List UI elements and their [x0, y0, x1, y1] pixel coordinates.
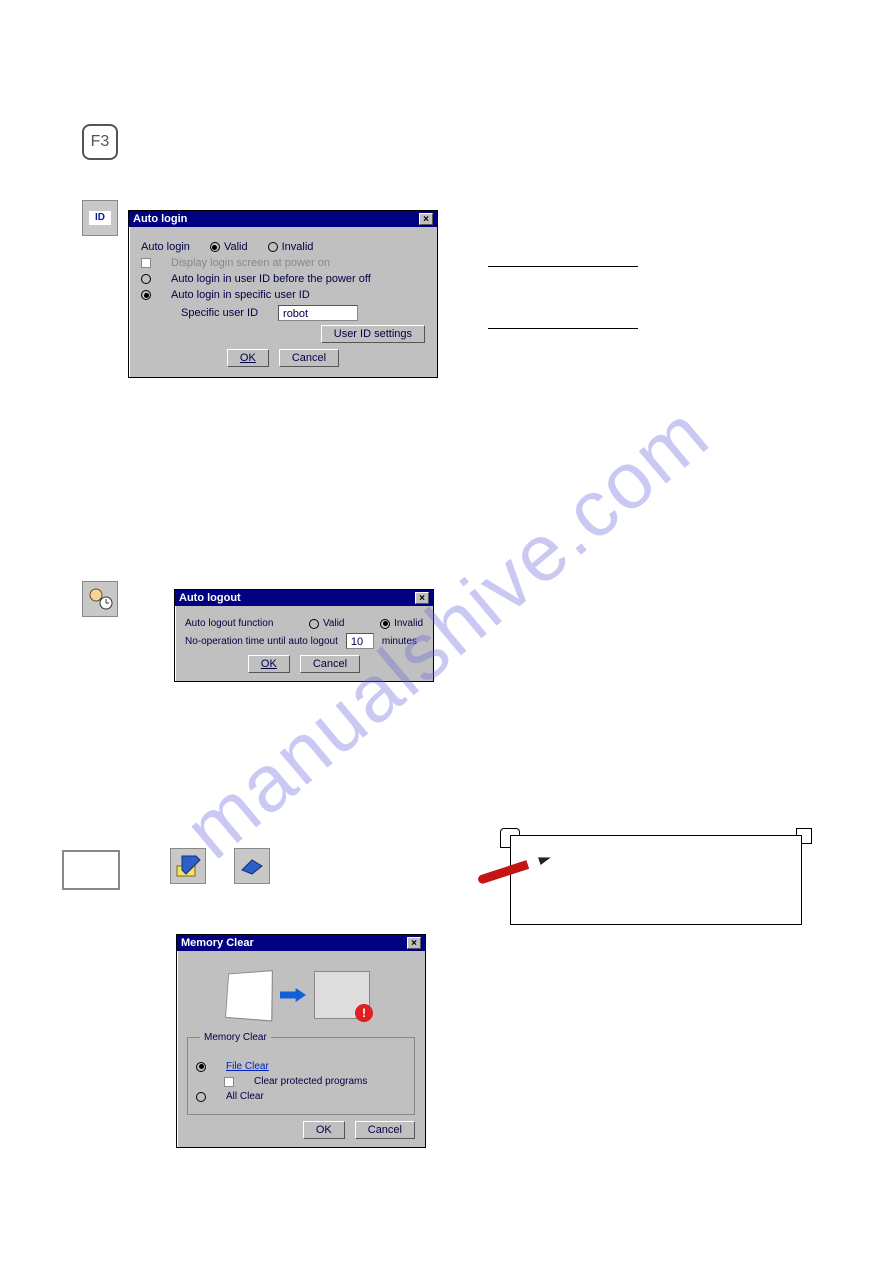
close-icon[interactable]: ×: [415, 592, 429, 604]
cancel-button[interactable]: Cancel: [300, 655, 360, 673]
valid-radio[interactable]: [210, 242, 220, 252]
dialog-title: Auto login: [133, 213, 187, 225]
arrow-right-icon: [280, 988, 306, 1002]
auto-logout-fn-label: Auto logout function: [185, 618, 273, 629]
clock-user-icon: [86, 585, 114, 613]
invalid-label: Invalid: [394, 618, 423, 629]
memory-clear-dialog: Memory Clear × ! Memory Clear File Clear…: [176, 934, 426, 1148]
annotation-line: [488, 328, 638, 340]
dialog-title: Auto logout: [179, 592, 241, 604]
auto-logout-dialog: Auto logout × Auto logout function Valid…: [174, 589, 434, 682]
all-clear-radio[interactable]: [196, 1092, 206, 1102]
cancel-button[interactable]: Cancel: [279, 349, 339, 367]
clear-protected-checkbox[interactable]: [224, 1077, 234, 1087]
display-poweron-label: Display login screen at power on: [171, 257, 330, 269]
invalid-label: Invalid: [282, 241, 314, 253]
file-clear-radio[interactable]: [196, 1062, 206, 1072]
edit-config-icon: [170, 848, 206, 884]
id-icon-label: ID: [89, 211, 111, 225]
dialog-titlebar: Auto logout ×: [175, 590, 433, 606]
file-clear-label[interactable]: File Clear: [226, 1061, 269, 1072]
warning-icon: !: [355, 1004, 373, 1022]
valid-radio[interactable]: [309, 619, 319, 629]
invalid-radio[interactable]: [268, 242, 278, 252]
blank-panel-icon: [62, 850, 120, 890]
controller-box-icon: [225, 970, 273, 1021]
close-icon[interactable]: ×: [407, 937, 421, 949]
valid-label: Valid: [323, 618, 345, 629]
robot-file-icon: !: [314, 971, 370, 1019]
valid-label: Valid: [224, 241, 248, 253]
display-poweron-checkbox: [141, 258, 151, 268]
auto-logout-icon: [82, 581, 118, 617]
noop-time-input[interactable]: 10: [346, 633, 374, 649]
f3-key-icon: F3: [82, 124, 118, 160]
noop-time-label: No-operation time until auto logout: [185, 636, 338, 647]
group-label: Memory Clear: [200, 1032, 271, 1043]
specific-user-id-label: Specific user ID: [181, 307, 258, 319]
dialog-titlebar: Memory Clear ×: [177, 935, 425, 951]
memory-clear-illustration: !: [187, 959, 407, 1031]
ok-button[interactable]: OK: [248, 655, 290, 673]
id-icon: ID: [82, 200, 118, 236]
cancel-button[interactable]: Cancel: [355, 1121, 415, 1139]
all-clear-label: All Clear: [226, 1091, 264, 1102]
ok-button[interactable]: OK: [303, 1121, 345, 1139]
clear-protected-label: Clear protected programs: [254, 1076, 367, 1087]
specific-user-id-input[interactable]: robot: [278, 305, 358, 321]
minutes-label: minutes: [382, 636, 417, 647]
user-id-settings-button[interactable]: User ID settings: [321, 325, 425, 343]
close-icon[interactable]: ×: [419, 213, 433, 225]
before-poweroff-label: Auto login in user ID before the power o…: [171, 273, 371, 285]
eraser-icon: [234, 848, 270, 884]
auto-login-label: Auto login: [141, 241, 190, 253]
specific-user-radio[interactable]: [141, 290, 151, 300]
dialog-title: Memory Clear: [181, 937, 254, 949]
auto-login-dialog: Auto login × Auto login Valid Invalid Di…: [128, 210, 438, 378]
annotation-line: [488, 266, 638, 278]
ok-button[interactable]: OK: [227, 349, 269, 367]
invalid-radio[interactable]: [380, 619, 390, 629]
specific-user-label: Auto login in specific user ID: [171, 289, 310, 301]
dialog-titlebar: Auto login ×: [129, 211, 437, 227]
memory-clear-group: Memory Clear File Clear Clear protected …: [187, 1037, 415, 1115]
before-poweroff-radio[interactable]: [141, 274, 151, 284]
note-box: [510, 835, 802, 925]
